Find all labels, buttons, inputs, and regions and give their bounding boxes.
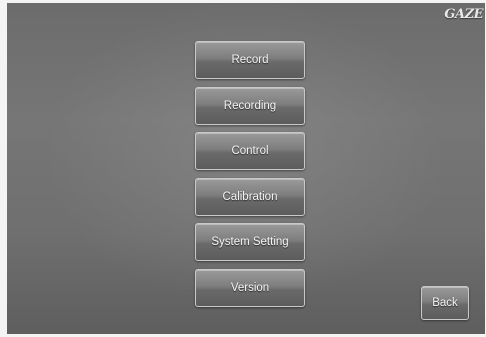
main-menu: Record Recording Control Calibration Sys… (195, 41, 305, 314)
brand-logo: GAZE (444, 7, 483, 22)
system-setting-button[interactable]: System Setting (195, 223, 305, 261)
device-frame: GAZE Record Recording Control Calibratio… (0, 0, 486, 337)
version-button[interactable]: Version (195, 268, 305, 307)
menu-screen: GAZE Record Recording Control Calibratio… (7, 3, 485, 334)
record-button[interactable]: Record (195, 41, 305, 79)
control-button[interactable]: Control (195, 132, 305, 170)
recording-button[interactable]: Recording (195, 86, 305, 125)
back-button[interactable]: Back (421, 286, 469, 320)
calibration-button[interactable]: Calibration (195, 177, 305, 216)
